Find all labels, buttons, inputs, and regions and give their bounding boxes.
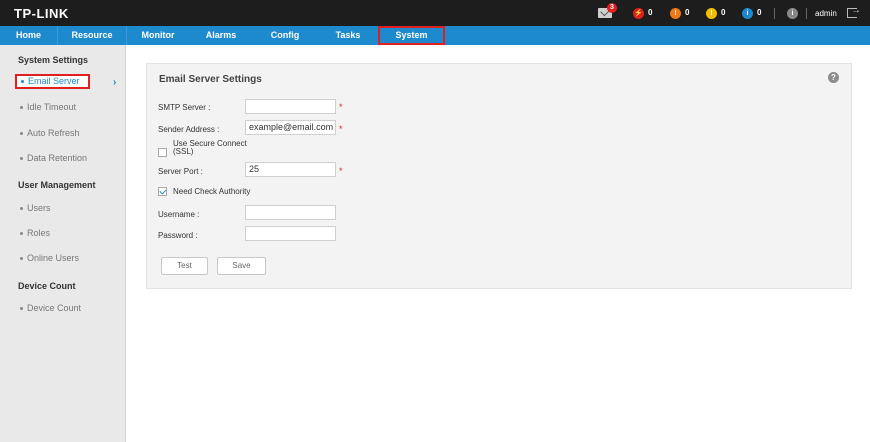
sidebar-item-device-count[interactable]: Device Count <box>20 303 81 313</box>
email-server-panel: Email Server Settings ? SMTP Server : * … <box>146 63 852 289</box>
sidebar: System Settings Email Server › Idle Time… <box>0 45 126 442</box>
smtp-server-label: SMTP Server : <box>158 103 211 112</box>
sidebar-item-idle-timeout[interactable]: Idle Timeout <box>20 102 76 112</box>
header-divider <box>774 8 775 19</box>
tab-config[interactable]: Config <box>259 26 311 45</box>
smtp-server-input[interactable] <box>245 99 336 114</box>
bullet-icon <box>21 80 24 84</box>
sidebar-item-label: Roles <box>27 228 51 238</box>
test-button[interactable]: Test <box>161 257 208 275</box>
help-icon[interactable]: ? <box>828 72 839 83</box>
sidebar-item-label: Users <box>27 203 51 213</box>
password-label: Password : <box>158 231 198 240</box>
bullet-icon <box>20 132 23 136</box>
critical-alarm-icon[interactable]: ⚡ <box>633 8 644 19</box>
sidebar-item-users[interactable]: Users <box>20 203 51 213</box>
tab-monitor[interactable]: Monitor <box>132 26 184 45</box>
ssl-label-line2: (SSL) <box>173 147 194 156</box>
ssl-label: Use Secure Connect (SSL) <box>173 140 247 156</box>
required-mark: * <box>339 102 343 112</box>
sidebar-item-label: Online Users <box>27 253 80 263</box>
critical-alarm-count: 0 <box>648 8 653 17</box>
sidebar-item-label: Email Server <box>28 76 80 86</box>
server-port-label: Server Port : <box>158 167 203 176</box>
sidebar-item-label: Device Count <box>27 303 82 313</box>
mail-badge: 3 <box>607 3 617 13</box>
check-authority-label: Need Check Authority <box>173 187 251 196</box>
ssl-checkbox[interactable] <box>158 148 167 157</box>
check-authority-checkbox[interactable] <box>158 187 167 196</box>
bullet-icon <box>20 257 23 261</box>
chevron-right-icon: › <box>113 77 117 88</box>
username-input[interactable] <box>245 205 336 220</box>
tab-system[interactable]: System <box>378 26 445 45</box>
sidebar-section-device-count: Device Count <box>18 281 76 291</box>
bullet-icon <box>20 106 23 110</box>
required-mark: * <box>339 166 343 176</box>
sidebar-item-email-server[interactable]: Email Server <box>15 74 90 89</box>
bullet-icon <box>20 157 23 161</box>
sender-address-label: Sender Address : <box>158 125 220 134</box>
tab-resource[interactable]: Resource <box>58 26 126 45</box>
sidebar-item-label: Idle Timeout <box>27 102 77 112</box>
info-icon[interactable]: i <box>787 8 798 19</box>
header-divider <box>806 8 807 19</box>
tab-tasks[interactable]: Tasks <box>322 26 374 45</box>
tab-alarms[interactable]: Alarms <box>196 26 246 45</box>
top-bar: TP-LINK 3 ⚡ 0 ! 0 ! 0 i 0 i admin <box>0 0 870 26</box>
major-alarm-icon[interactable]: ! <box>670 8 681 19</box>
bullet-icon <box>20 307 23 311</box>
sidebar-item-auto-refresh[interactable]: Auto Refresh <box>20 128 80 138</box>
required-mark: * <box>339 124 343 134</box>
nav-divider <box>126 26 127 45</box>
sidebar-item-label: Auto Refresh <box>27 128 80 138</box>
minor-alarm-icon[interactable]: ! <box>706 8 717 19</box>
sidebar-item-label: Data Retention <box>27 153 88 163</box>
tab-home[interactable]: Home <box>0 26 57 45</box>
bullet-icon <box>20 232 23 236</box>
username-label: Username : <box>158 210 200 219</box>
user-name[interactable]: admin <box>815 9 837 18</box>
save-button[interactable]: Save <box>217 257 266 275</box>
minor-alarm-count: 0 <box>721 8 726 17</box>
logout-icon[interactable] <box>847 5 861 18</box>
logo: TP-LINK <box>14 6 69 21</box>
server-port-input[interactable]: 25 <box>245 162 336 177</box>
info-alarm-count: 0 <box>757 8 762 17</box>
sidebar-item-data-retention[interactable]: Data Retention <box>20 153 87 163</box>
major-alarm-count: 0 <box>685 8 690 17</box>
sidebar-item-roles[interactable]: Roles <box>20 228 50 238</box>
sender-address-input[interactable]: example@email.com <box>245 120 336 135</box>
sidebar-section-user-management: User Management <box>18 180 96 190</box>
info-alarm-icon[interactable]: i <box>742 8 753 19</box>
sidebar-item-online-users[interactable]: Online Users <box>20 253 79 263</box>
bullet-icon <box>20 207 23 211</box>
main-nav: Home Resource Monitor Alarms Config Task… <box>0 26 870 45</box>
panel-title: Email Server Settings <box>159 74 262 85</box>
password-input[interactable] <box>245 226 336 241</box>
sidebar-section-system-settings: System Settings <box>18 55 89 65</box>
